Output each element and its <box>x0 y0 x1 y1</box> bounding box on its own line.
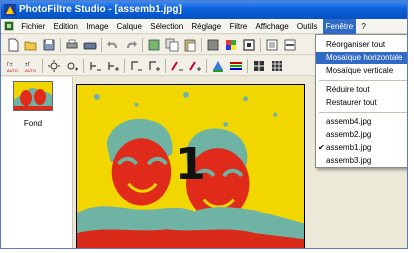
toolbar-separator <box>142 38 143 52</box>
menu-filtre[interactable]: Filtre <box>226 19 250 34</box>
menu-image[interactable]: Image <box>83 19 111 34</box>
saturation-plus-icon[interactable] <box>187 58 203 74</box>
svg-text:AUTO: AUTO <box>7 68 18 73</box>
menu-calque[interactable]: Calque <box>114 19 145 34</box>
layer-thumbnail-image <box>14 82 52 110</box>
color-palette-icon[interactable] <box>223 37 239 53</box>
fenetre-menu: Réorganiser tout Mosaïque horizontale Mo… <box>315 34 407 168</box>
copy-icon[interactable] <box>164 37 180 53</box>
menu-item-window-assemb1[interactable]: ✔ assemb1.jpg <box>316 142 407 154</box>
menu-item-label: assemb1.jpg <box>326 143 372 152</box>
gamma-plus-icon[interactable] <box>146 58 162 74</box>
undo-icon[interactable] <box>105 37 121 53</box>
toolbar-separator <box>42 59 43 73</box>
menu-outils[interactable]: Outils <box>294 19 320 34</box>
menu-help[interactable]: ? <box>358 19 368 34</box>
menu-bar: Fichier Edition Image Calque Sélection R… <box>1 19 407 34</box>
layers-icon[interactable] <box>146 37 162 53</box>
menu-fichier[interactable]: Fichier <box>18 19 48 34</box>
duplicate-icon[interactable] <box>264 37 280 53</box>
menu-item-restaurer-tout[interactable]: Restaurer tout <box>316 97 407 109</box>
checkmark-icon: ✔ <box>318 143 325 152</box>
document-window[interactable]: 1 <box>76 84 305 248</box>
title-bar: PhotoFiltre Studio - [assemb1.jpg] <box>1 1 407 19</box>
toolbar-separator <box>60 38 61 52</box>
menu-item-window-assemb3[interactable]: assemb3.jpg <box>316 155 407 167</box>
paste-icon[interactable] <box>182 37 198 53</box>
layer-label: Fond <box>23 119 43 128</box>
print-icon[interactable] <box>64 37 80 53</box>
saturation-minus-icon[interactable] <box>169 58 185 74</box>
flatten-icon[interactable] <box>282 37 298 53</box>
frame-icon[interactable] <box>241 37 257 53</box>
contrast-minus-icon[interactable] <box>87 58 103 74</box>
menu-item-reorganiser-tout[interactable]: Réorganiser tout <box>316 39 407 51</box>
color-balance-icon[interactable] <box>210 58 226 74</box>
toolbar-separator <box>206 59 207 73</box>
image-size-icon[interactable] <box>205 37 221 53</box>
app-window: PhotoFiltre Studio - [assemb1.jpg] Fichi… <box>0 0 408 249</box>
menu-affichage[interactable]: Affichage <box>252 19 291 34</box>
new-icon[interactable] <box>5 37 21 53</box>
menu-reglage[interactable]: Réglage <box>188 19 224 34</box>
svg-text:AUTO: AUTO <box>25 68 36 73</box>
mosaic-icon[interactable] <box>269 58 285 74</box>
menu-item-mosaique-verticale[interactable]: Mosaïque verticale <box>316 65 407 77</box>
grid-icon[interactable] <box>251 58 267 74</box>
toolbar-separator <box>165 59 166 73</box>
app-logo-icon <box>4 4 16 16</box>
toolbar-separator <box>201 38 202 52</box>
menu-edition[interactable]: Edition <box>50 19 80 34</box>
toolbar-separator <box>83 59 84 73</box>
scanner-icon[interactable] <box>82 37 98 53</box>
window-title: PhotoFiltre Studio - [assemb1.jpg] <box>19 4 182 15</box>
brightness-plus-icon[interactable] <box>64 58 80 74</box>
menu-item-mosaique-horizontale[interactable]: Mosaïque horizontale <box>316 52 407 64</box>
redo-icon[interactable] <box>123 37 139 53</box>
gamma-minus-icon[interactable] <box>128 58 144 74</box>
open-icon[interactable] <box>23 37 39 53</box>
menu-item-window-assemb4[interactable]: assemb4.jpg <box>316 116 407 128</box>
layer-thumbnail[interactable] <box>13 81 53 111</box>
layers-panel: Fond <box>1 77 73 248</box>
document-icon[interactable] <box>4 21 14 31</box>
menu-fenetre[interactable]: Fenêtre <box>322 19 357 34</box>
menu-item-reduire-tout[interactable]: Réduire tout <box>316 84 407 96</box>
toolbar-separator <box>247 59 248 73</box>
histogram-icon[interactable] <box>228 58 244 74</box>
overlay-number: 1 <box>175 139 206 190</box>
brightness-icon[interactable] <box>46 58 62 74</box>
toolbar-separator <box>101 38 102 52</box>
toolbar-separator <box>260 38 261 52</box>
menu-item-window-assemb2[interactable]: assemb2.jpg <box>316 129 407 141</box>
save-icon[interactable] <box>41 37 57 53</box>
menu-selection[interactable]: Sélection <box>147 19 186 34</box>
auto-contrast-icon[interactable]: ±Γ AUTO <box>23 58 39 74</box>
toolbar-separator <box>124 59 125 73</box>
auto-level-icon[interactable]: Γ± AUTO <box>5 58 21 74</box>
contrast-plus-icon[interactable] <box>105 58 121 74</box>
menu-separator <box>319 80 407 81</box>
menu-separator <box>319 112 407 113</box>
